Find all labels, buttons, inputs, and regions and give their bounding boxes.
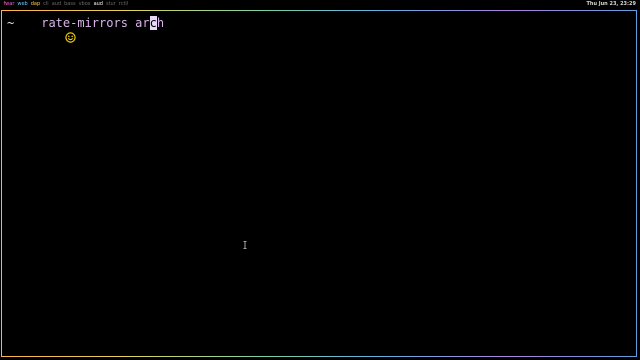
command-text: rate-mirrors [41,16,128,30]
workspace-tag-1[interactable]: fwar [2,0,16,9]
workspace-tag-8[interactable]: aud [92,0,104,9]
text-cursor: c [149,16,157,30]
argument-text-after-cursor: h [156,16,165,30]
text-ibeam-cursor-icon [243,234,247,249]
terminal-window[interactable]: ~ rate-mirrors ar c h [1,10,637,357]
workspace-tag-7[interactable]: vbox [77,0,92,9]
prompt-directory: ~ [7,16,15,30]
workspace-tag-4[interactable]: cli [42,0,51,9]
workspace-tags: fwar web dap cli aud bass vbox aud stur … [2,0,130,9]
workspace-tag-2[interactable]: web [16,0,29,9]
argument-text-before-cursor: ar [135,16,150,30]
workspace-tag-3[interactable]: dap [29,0,41,9]
command-line[interactable]: ~ rate-mirrors ar c h [7,16,165,43]
workspace-tag-9[interactable]: stur [104,0,117,9]
workspace-tag-10[interactable]: rctil [117,0,129,9]
smiley-icon [21,18,76,43]
workspace-tag-5[interactable]: aud [50,0,62,9]
status-bar: fwar web dap cli aud bass vbox aud stur … [0,0,640,9]
workspace-tag-6[interactable]: bass [63,0,77,9]
clock: Thu Jun 23, 23:29 [586,1,636,7]
